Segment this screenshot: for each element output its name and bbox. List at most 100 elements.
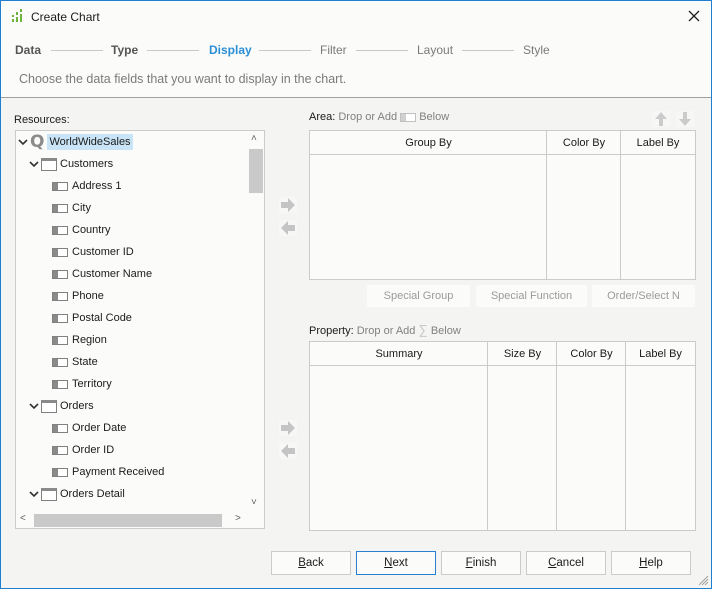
field-icon — [52, 445, 68, 455]
resources-tree[interactable]: Q WorldWideSales Customers Address 1 City Cou… — [15, 130, 265, 529]
table-icon — [41, 487, 57, 501]
step-data[interactable]: Data — [15, 43, 41, 57]
tree-item[interactable]: Territory — [52, 374, 112, 394]
finish-mnemonic: F — [465, 557, 473, 569]
close-icon[interactable] — [685, 7, 703, 25]
add-to-property-arrow-icon[interactable] — [279, 420, 297, 436]
query-icon: Q — [30, 131, 45, 152]
title-bar: Create Chart — [1, 1, 711, 32]
tree-item-label: Customer Name — [72, 268, 153, 280]
field-icon — [52, 379, 68, 389]
horizontal-scroll-thumb[interactable] — [34, 514, 222, 527]
step-filter[interactable]: Filter — [320, 43, 347, 57]
chevron-down-icon[interactable] — [29, 489, 39, 499]
tree-item[interactable]: Phone — [52, 286, 104, 306]
tree-item[interactable]: Customer Name — [52, 264, 152, 284]
tree-item-label: Region — [72, 334, 107, 346]
column-header-label-by[interactable]: Label By — [621, 131, 695, 155]
vertical-scrollbar[interactable]: ˄ ˅ — [248, 131, 264, 513]
horizontal-scrollbar[interactable]: < > — [16, 512, 248, 528]
tree-item-label: Postal Code — [72, 312, 132, 324]
column-divider — [487, 342, 488, 530]
area-grid[interactable]: Group By Color By Label By — [309, 130, 696, 280]
tree-item[interactable]: Order Date — [52, 418, 126, 438]
move-down-arrow-icon[interactable] — [676, 111, 694, 127]
step-connector — [259, 50, 311, 51]
area-hint: Drop or Add — [338, 111, 398, 123]
next-button[interactable]: Next — [356, 551, 436, 575]
field-icon — [52, 291, 68, 301]
field-icon — [52, 313, 68, 323]
tree-item[interactable]: Orders Detail — [29, 484, 125, 504]
instruction-text: Choose the data fields that you want to … — [19, 72, 347, 86]
move-up-arrow-icon[interactable] — [652, 111, 670, 127]
resize-grip-icon[interactable] — [699, 576, 709, 586]
field-icon — [52, 335, 68, 345]
tree-item[interactable]: Postal Code — [52, 308, 132, 328]
step-type[interactable]: Type — [111, 43, 138, 57]
tree-item[interactable]: Q WorldWideSales — [18, 132, 133, 152]
special-group-button[interactable]: Special Group — [367, 285, 470, 307]
column-divider — [620, 131, 621, 279]
column-header-color-by[interactable]: Color By — [557, 342, 626, 366]
property-label: Property: Drop or Add ∑ Below — [309, 322, 461, 337]
tree-item[interactable]: Payment Received — [52, 462, 164, 482]
tree-item[interactable]: City — [52, 198, 91, 218]
scroll-left-icon[interactable]: < — [20, 513, 26, 524]
scroll-down-icon[interactable]: ˅ — [251, 497, 257, 508]
chevron-down-icon[interactable] — [29, 159, 39, 169]
back-button[interactable]: Back — [271, 551, 351, 575]
step-style[interactable]: Style — [523, 43, 550, 57]
area-hint-below: Below — [419, 111, 450, 123]
tree-item[interactable]: State — [52, 352, 98, 372]
tree-item-label: WorldWideSales — [47, 134, 133, 150]
tree-item-label: Customer ID — [72, 246, 134, 258]
vertical-scroll-thumb[interactable] — [249, 149, 263, 193]
tree-item[interactable]: Address 1 — [52, 176, 122, 196]
special-function-button[interactable]: Special Function — [476, 285, 587, 307]
property-hint-below: Below — [430, 325, 461, 337]
column-header-summary[interactable]: Summary — [310, 342, 488, 366]
order-select-n-button[interactable]: Order/Select N — [592, 285, 695, 307]
tree-item[interactable]: Customer ID — [52, 242, 134, 262]
tree-item-label: Phone — [72, 290, 104, 302]
chevron-down-icon[interactable] — [29, 401, 39, 411]
step-layout[interactable]: Layout — [417, 43, 453, 57]
tree-item-label: Payment Received — [72, 466, 165, 478]
tree-item[interactable]: Order ID — [52, 440, 114, 460]
table-icon — [41, 399, 57, 413]
cancel-mnemonic: C — [548, 557, 557, 569]
column-header-size-by[interactable]: Size By — [488, 342, 557, 366]
scroll-up-icon[interactable]: ˄ — [251, 133, 257, 144]
tree-item[interactable]: Country — [52, 220, 111, 240]
remove-from-property-arrow-icon[interactable] — [279, 443, 297, 459]
tree-item[interactable]: Region — [52, 330, 107, 350]
chevron-down-icon[interactable] — [18, 137, 28, 147]
cancel-label: ancel — [556, 557, 584, 569]
help-button[interactable]: Help — [611, 551, 691, 575]
property-grid[interactable]: Summary Size By Color By Label By — [309, 341, 696, 531]
tree-item-label: State — [72, 356, 98, 368]
scroll-right-icon[interactable]: > — [235, 513, 241, 524]
property-label-title: Property: — [309, 325, 354, 337]
tree-item[interactable]: Orders — [29, 396, 94, 416]
property-hint: Drop or Add — [356, 325, 416, 337]
area-label: Area: Drop or Add Below — [309, 111, 449, 123]
help-mnemonic: H — [639, 557, 648, 569]
column-header-label-by[interactable]: Label By — [626, 342, 695, 366]
cancel-button[interactable]: Cancel — [526, 551, 606, 575]
field-icon — [52, 423, 68, 433]
step-connector — [51, 50, 103, 51]
column-header-color-by[interactable]: Color By — [547, 131, 621, 155]
tree-item-label: Order Date — [72, 422, 127, 434]
table-icon — [41, 157, 57, 171]
tree-item[interactable]: Customers — [29, 154, 113, 174]
help-label: elp — [647, 557, 663, 569]
field-hint-icon — [400, 112, 417, 122]
column-header-group-by[interactable]: Group By — [310, 131, 547, 155]
field-icon — [52, 357, 68, 367]
add-to-area-arrow-icon[interactable] — [279, 197, 297, 213]
remove-from-area-arrow-icon[interactable] — [279, 220, 297, 236]
finish-button[interactable]: Finish — [441, 551, 521, 575]
step-display[interactable]: Display — [209, 43, 252, 57]
